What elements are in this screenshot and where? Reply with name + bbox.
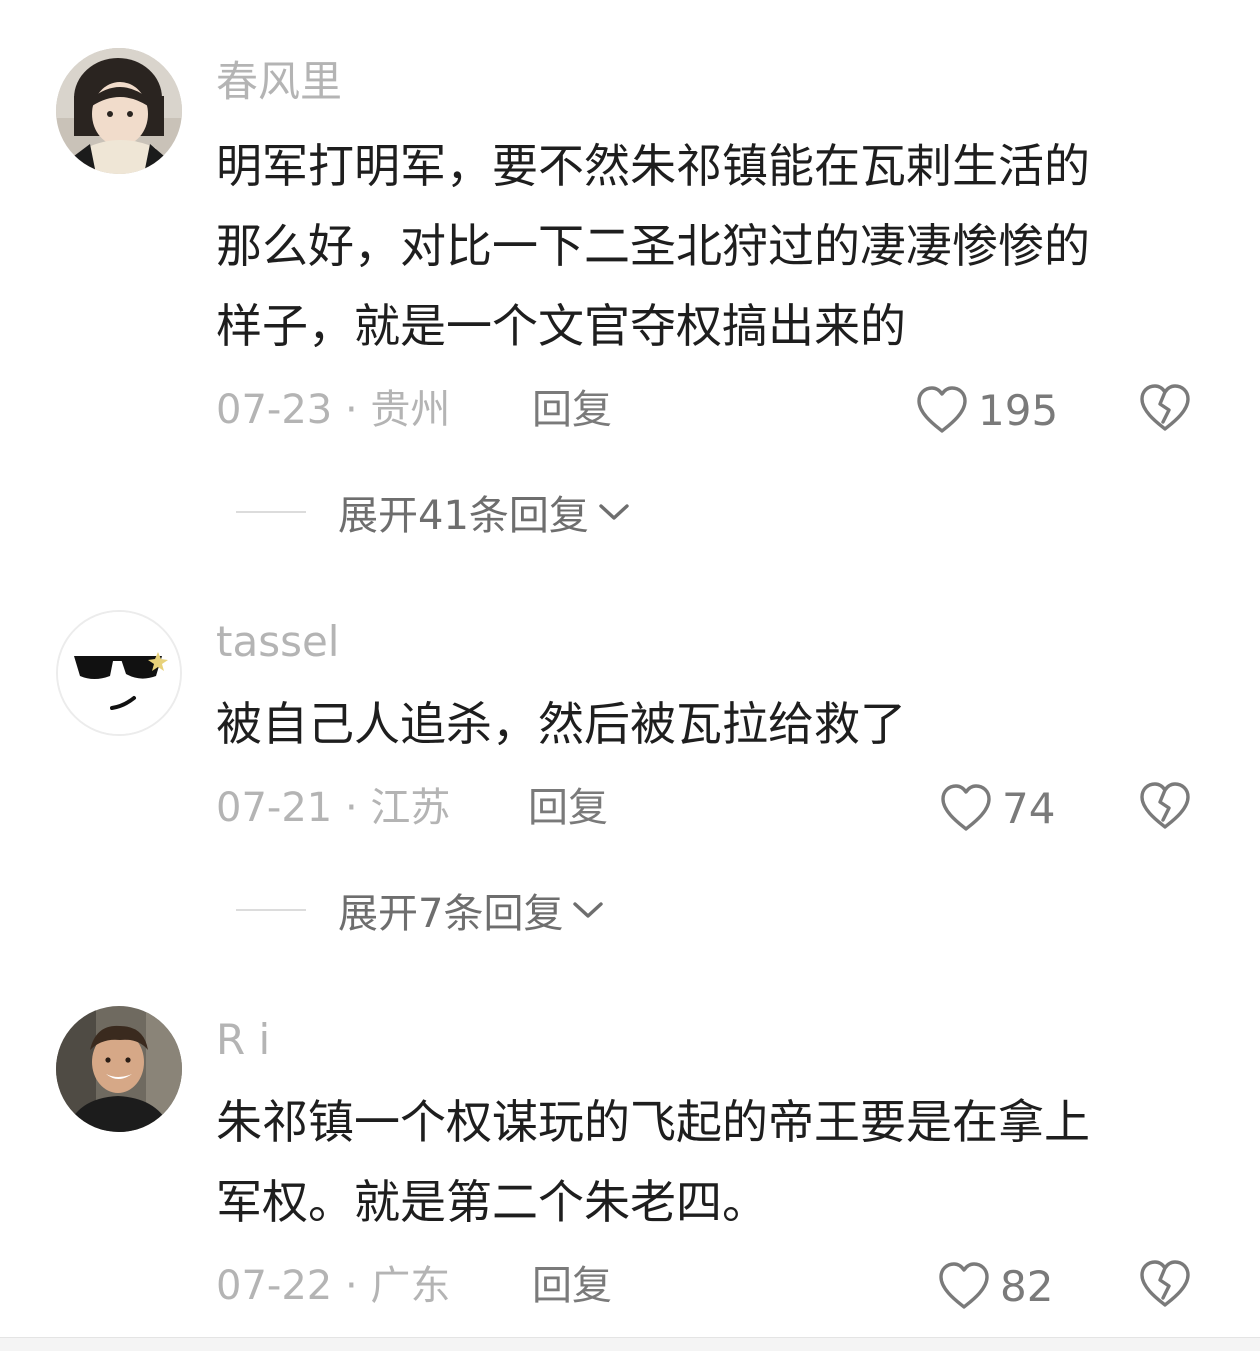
dislike-button[interactable]: [1138, 382, 1192, 438]
comment-meta: 07-23 · 贵州: [216, 387, 451, 433]
dislike-button[interactable]: [1138, 1258, 1192, 1314]
comment-text: 朱祁镇一个权谋玩的飞起的帝王要是在拿上 军权。就是第二个朱老四。: [216, 1082, 1216, 1242]
reply-button[interactable]: 回复: [528, 780, 608, 836]
dislike-button[interactable]: [1138, 780, 1192, 836]
expand-replies[interactable]: 展开41条回复: [236, 484, 631, 540]
broken-heart-icon: [1140, 384, 1190, 431]
chevron-down-icon: [573, 902, 604, 918]
avatar[interactable]: [56, 610, 182, 736]
comment-meta: 07-21 · 江苏: [216, 785, 451, 831]
like-button[interactable]: 82: [936, 1258, 1053, 1314]
comment-text: 明军打明军，要不然朱祁镇能在瓦剌生活的 那么好，对比一下二圣北狩过的凄凄惨惨的 …: [216, 126, 1216, 366]
comment-text-line: 军权。就是第二个朱老四。: [216, 1175, 768, 1229]
chevron-down-icon: [599, 504, 629, 520]
username[interactable]: 春风里: [216, 54, 342, 110]
expand-replies-label: 展开7条回复: [338, 891, 564, 937]
heart-outline-icon: [917, 386, 967, 433]
username[interactable]: R i: [216, 1012, 270, 1068]
broken-heart-icon: [1140, 782, 1190, 829]
comment-text-line: 被自己人追杀，然后被瓦拉给救了: [216, 697, 906, 751]
divider: [236, 909, 306, 911]
expand-replies-label: 展开41条回复: [338, 493, 589, 539]
expand-replies[interactable]: 展开7条回复: [236, 882, 605, 938]
username[interactable]: tassel: [216, 614, 339, 670]
like-count: 195: [978, 385, 1059, 435]
heart-outline-icon: [939, 1262, 989, 1309]
bottom-bar: [0, 1337, 1260, 1351]
avatar[interactable]: [56, 1006, 182, 1132]
comment-text-line: 那么好，对比一下二圣北狩过的凄凄惨惨的: [216, 219, 1090, 273]
like-button[interactable]: 74: [938, 780, 1055, 836]
like-count: 74: [1002, 783, 1056, 833]
reply-button[interactable]: 回复: [532, 1258, 612, 1314]
like-count: 82: [1000, 1261, 1054, 1311]
comment-text: 被自己人追杀，然后被瓦拉给救了: [216, 684, 1216, 764]
comment-text-line: 明军打明军，要不然朱祁镇能在瓦剌生活的: [216, 139, 1090, 193]
reply-button[interactable]: 回复: [532, 382, 612, 438]
broken-heart-icon: [1140, 1260, 1190, 1307]
divider: [236, 511, 306, 513]
like-button[interactable]: 195: [914, 382, 1058, 438]
heart-outline-icon: [941, 784, 991, 831]
comment-text-line: 样子，就是一个文官夺权搞出来的: [216, 299, 906, 353]
comment-meta: 07-22 · 广东: [216, 1263, 451, 1309]
avatar[interactable]: [56, 48, 182, 174]
comment-text-line: 朱祁镇一个权谋玩的飞起的帝王要是在拿上: [216, 1095, 1090, 1149]
